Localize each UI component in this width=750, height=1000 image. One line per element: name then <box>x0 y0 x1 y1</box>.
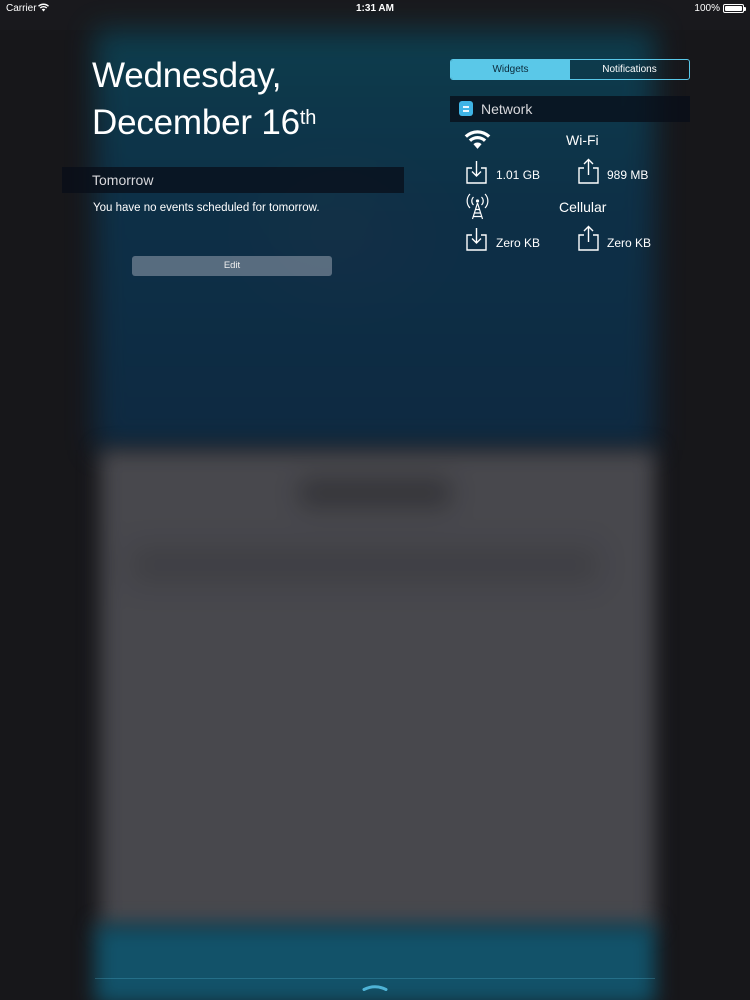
cellular-label: Cellular <box>559 199 607 215</box>
download-icon <box>466 161 487 184</box>
cellular-upload-value: Zero KB <box>607 236 652 250</box>
date-heading: Wednesday, December 16th <box>92 52 422 146</box>
date-ordinal: th <box>299 107 317 129</box>
network-app-icon <box>459 101 473 116</box>
date-month-day-text: December 16 <box>92 103 300 142</box>
network-widget-header[interactable]: Network <box>450 96 690 122</box>
divider <box>95 978 655 979</box>
upload-icon <box>578 158 599 184</box>
tomorrow-header: Tomorrow <box>62 167 404 193</box>
cellular-download-value: Zero KB <box>496 236 541 250</box>
tab-notifications[interactable]: Notifications <box>570 60 689 79</box>
chevron-up-icon[interactable] <box>362 983 388 991</box>
date-month-day: December 16th <box>92 99 422 146</box>
no-events-message: You have no events scheduled for tomorro… <box>93 202 320 214</box>
tab-widgets[interactable]: Widgets <box>451 60 570 79</box>
wifi-upload-value: 989 MB <box>607 168 649 182</box>
status-bar: Carrier 1:31 AM 100% <box>0 0 750 18</box>
clock: 1:31 AM <box>356 3 394 14</box>
battery-percent: 100% <box>694 3 720 14</box>
download-icon <box>466 228 487 251</box>
cellular-tower-icon <box>466 193 489 220</box>
view-segmented-control: Widgets Notifications <box>450 59 690 80</box>
battery-icon <box>723 4 746 13</box>
edit-button[interactable]: Edit <box>132 256 332 276</box>
date-weekday: Wednesday, <box>92 56 282 95</box>
wifi-label: Wi-Fi <box>566 132 599 148</box>
wifi-download-value: 1.01 GB <box>496 168 541 182</box>
wifi-icon <box>464 130 491 149</box>
upload-icon <box>578 225 599 251</box>
network-widget-title: Network <box>481 101 533 117</box>
blurred-wallpaper <box>0 0 750 1000</box>
battery-fill <box>725 6 742 11</box>
